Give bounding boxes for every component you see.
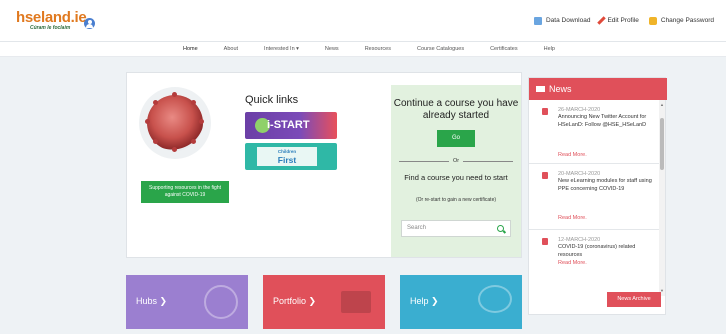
calendar-icon bbox=[542, 238, 548, 245]
coronavirus-image bbox=[145, 92, 204, 152]
share-network-icon bbox=[204, 285, 238, 319]
continue-course-title: Continue a course you have already start… bbox=[393, 98, 519, 121]
pencil-icon bbox=[597, 16, 607, 25]
data-download-label: Data Download bbox=[545, 17, 591, 24]
nav-course-catalogues[interactable]: Course Catalogues bbox=[417, 46, 464, 52]
news-text: Announcing New Twitter Account for HSeLa… bbox=[558, 114, 647, 128]
nav-news[interactable]: News bbox=[325, 46, 339, 52]
news-panel: News 26-MARCH-2020 Announcing New Twitte… bbox=[528, 77, 667, 315]
news-item: 12-MARCH-2020 COVID-19 (coronavirus) rel… bbox=[529, 230, 659, 296]
change-password-link[interactable]: Change Password bbox=[648, 16, 714, 25]
news-date: 26-MARCH-2020 bbox=[558, 107, 601, 113]
portfolio-label: Portfolio ❯ bbox=[273, 296, 317, 306]
course-panel: Continue a course you have already start… bbox=[391, 85, 521, 257]
news-title: News bbox=[549, 84, 572, 94]
nav-help[interactable]: Help bbox=[544, 46, 555, 52]
question-bubble-icon bbox=[478, 285, 512, 313]
find-course-title: Find a course you need to start bbox=[404, 173, 508, 182]
read-more-link[interactable]: Read More. bbox=[558, 215, 587, 221]
help-tile[interactable]: Help ❯ bbox=[400, 275, 522, 329]
search-placeholder: Search bbox=[407, 225, 427, 231]
news-scrollbar[interactable]: ▲ ▼ bbox=[659, 100, 665, 296]
go-button[interactable]: Go bbox=[437, 130, 475, 147]
news-date: 12-MARCH-2020 bbox=[558, 237, 601, 243]
edit-profile-label: Edit Profile bbox=[607, 17, 639, 24]
hseland-logo[interactable]: hseland.ie Cúram le foclaim bbox=[16, 9, 87, 32]
nav-home[interactable]: Home bbox=[183, 46, 198, 52]
find-course-subtitle: (Or re-start to gain a new certificate) bbox=[415, 197, 497, 203]
news-archive-button[interactable]: News Archive bbox=[607, 292, 661, 307]
quick-links-title: Quick links bbox=[245, 94, 299, 106]
help-label: Help ❯ bbox=[410, 296, 439, 306]
newspaper-icon bbox=[536, 86, 545, 92]
edit-profile-link[interactable]: Edit Profile bbox=[597, 16, 639, 25]
news-date: 20-MARCH-2020 bbox=[558, 171, 601, 177]
nav-resources[interactable]: Resources bbox=[365, 46, 391, 52]
news-list: 26-MARCH-2020 Announcing New Twitter Acc… bbox=[529, 100, 659, 296]
data-download-link[interactable]: Data Download bbox=[533, 16, 591, 25]
hubs-label: Hubs ❯ bbox=[136, 296, 168, 306]
children-first-logo: Children First bbox=[257, 147, 317, 166]
or-label: Or bbox=[449, 158, 463, 164]
user-avatar-icon[interactable] bbox=[84, 18, 95, 29]
change-password-label: Change Password bbox=[660, 17, 714, 24]
nav-about[interactable]: About bbox=[224, 46, 238, 52]
istart-link[interactable]: i-START bbox=[245, 112, 337, 139]
logo-tagline: Cúram le foclaim bbox=[30, 25, 71, 31]
portfolio-tile[interactable]: Portfolio ❯ bbox=[263, 275, 385, 329]
main-card: Supporting resources in the fight agains… bbox=[126, 72, 522, 258]
news-item: 26-MARCH-2020 Announcing New Twitter Acc… bbox=[529, 100, 659, 164]
top-header: hseland.ie Cúram le foclaim Data Downloa… bbox=[0, 0, 726, 42]
account-links: Data Download Edit Profile Change Passwo… bbox=[533, 16, 714, 25]
news-header: News bbox=[529, 78, 667, 100]
children-first-bottom-text: First bbox=[277, 155, 297, 165]
children-first-link[interactable]: Children First bbox=[245, 143, 337, 170]
nav-interested-in[interactable]: Interested In ▾ bbox=[264, 46, 299, 52]
news-text: COVID-19 (coronavirus) related resources bbox=[558, 244, 636, 258]
read-more-link[interactable]: Read More. bbox=[558, 152, 587, 158]
briefcase-icon bbox=[341, 291, 371, 313]
read-more-link[interactable]: Read More. bbox=[558, 260, 587, 266]
calendar-icon bbox=[542, 108, 548, 115]
covid-resources-button[interactable]: Supporting resources in the fight agains… bbox=[141, 181, 229, 203]
news-text: New eLearning modules for staff using PP… bbox=[558, 178, 652, 192]
logo-text: hseland.ie bbox=[16, 9, 87, 26]
scroll-thumb[interactable] bbox=[660, 118, 664, 170]
news-item: 20-MARCH-2020 New eLearning modules for … bbox=[529, 164, 659, 230]
course-search-input[interactable]: Search bbox=[401, 220, 511, 237]
scroll-up-arrow-icon[interactable]: ▲ bbox=[660, 102, 664, 107]
lock-icon bbox=[648, 16, 657, 25]
nav-certificates[interactable]: Certificates bbox=[490, 46, 518, 52]
or-divider: Or bbox=[399, 158, 513, 165]
hubs-tile[interactable]: Hubs ❯ bbox=[126, 275, 248, 329]
search-icon[interactable] bbox=[497, 225, 504, 232]
children-first-top-text: Children bbox=[277, 149, 297, 154]
main-nav: Home About Interested In ▾ News Resource… bbox=[0, 42, 726, 57]
istart-label: i-START bbox=[267, 119, 310, 131]
download-icon bbox=[533, 16, 542, 25]
calendar-icon bbox=[542, 172, 548, 179]
